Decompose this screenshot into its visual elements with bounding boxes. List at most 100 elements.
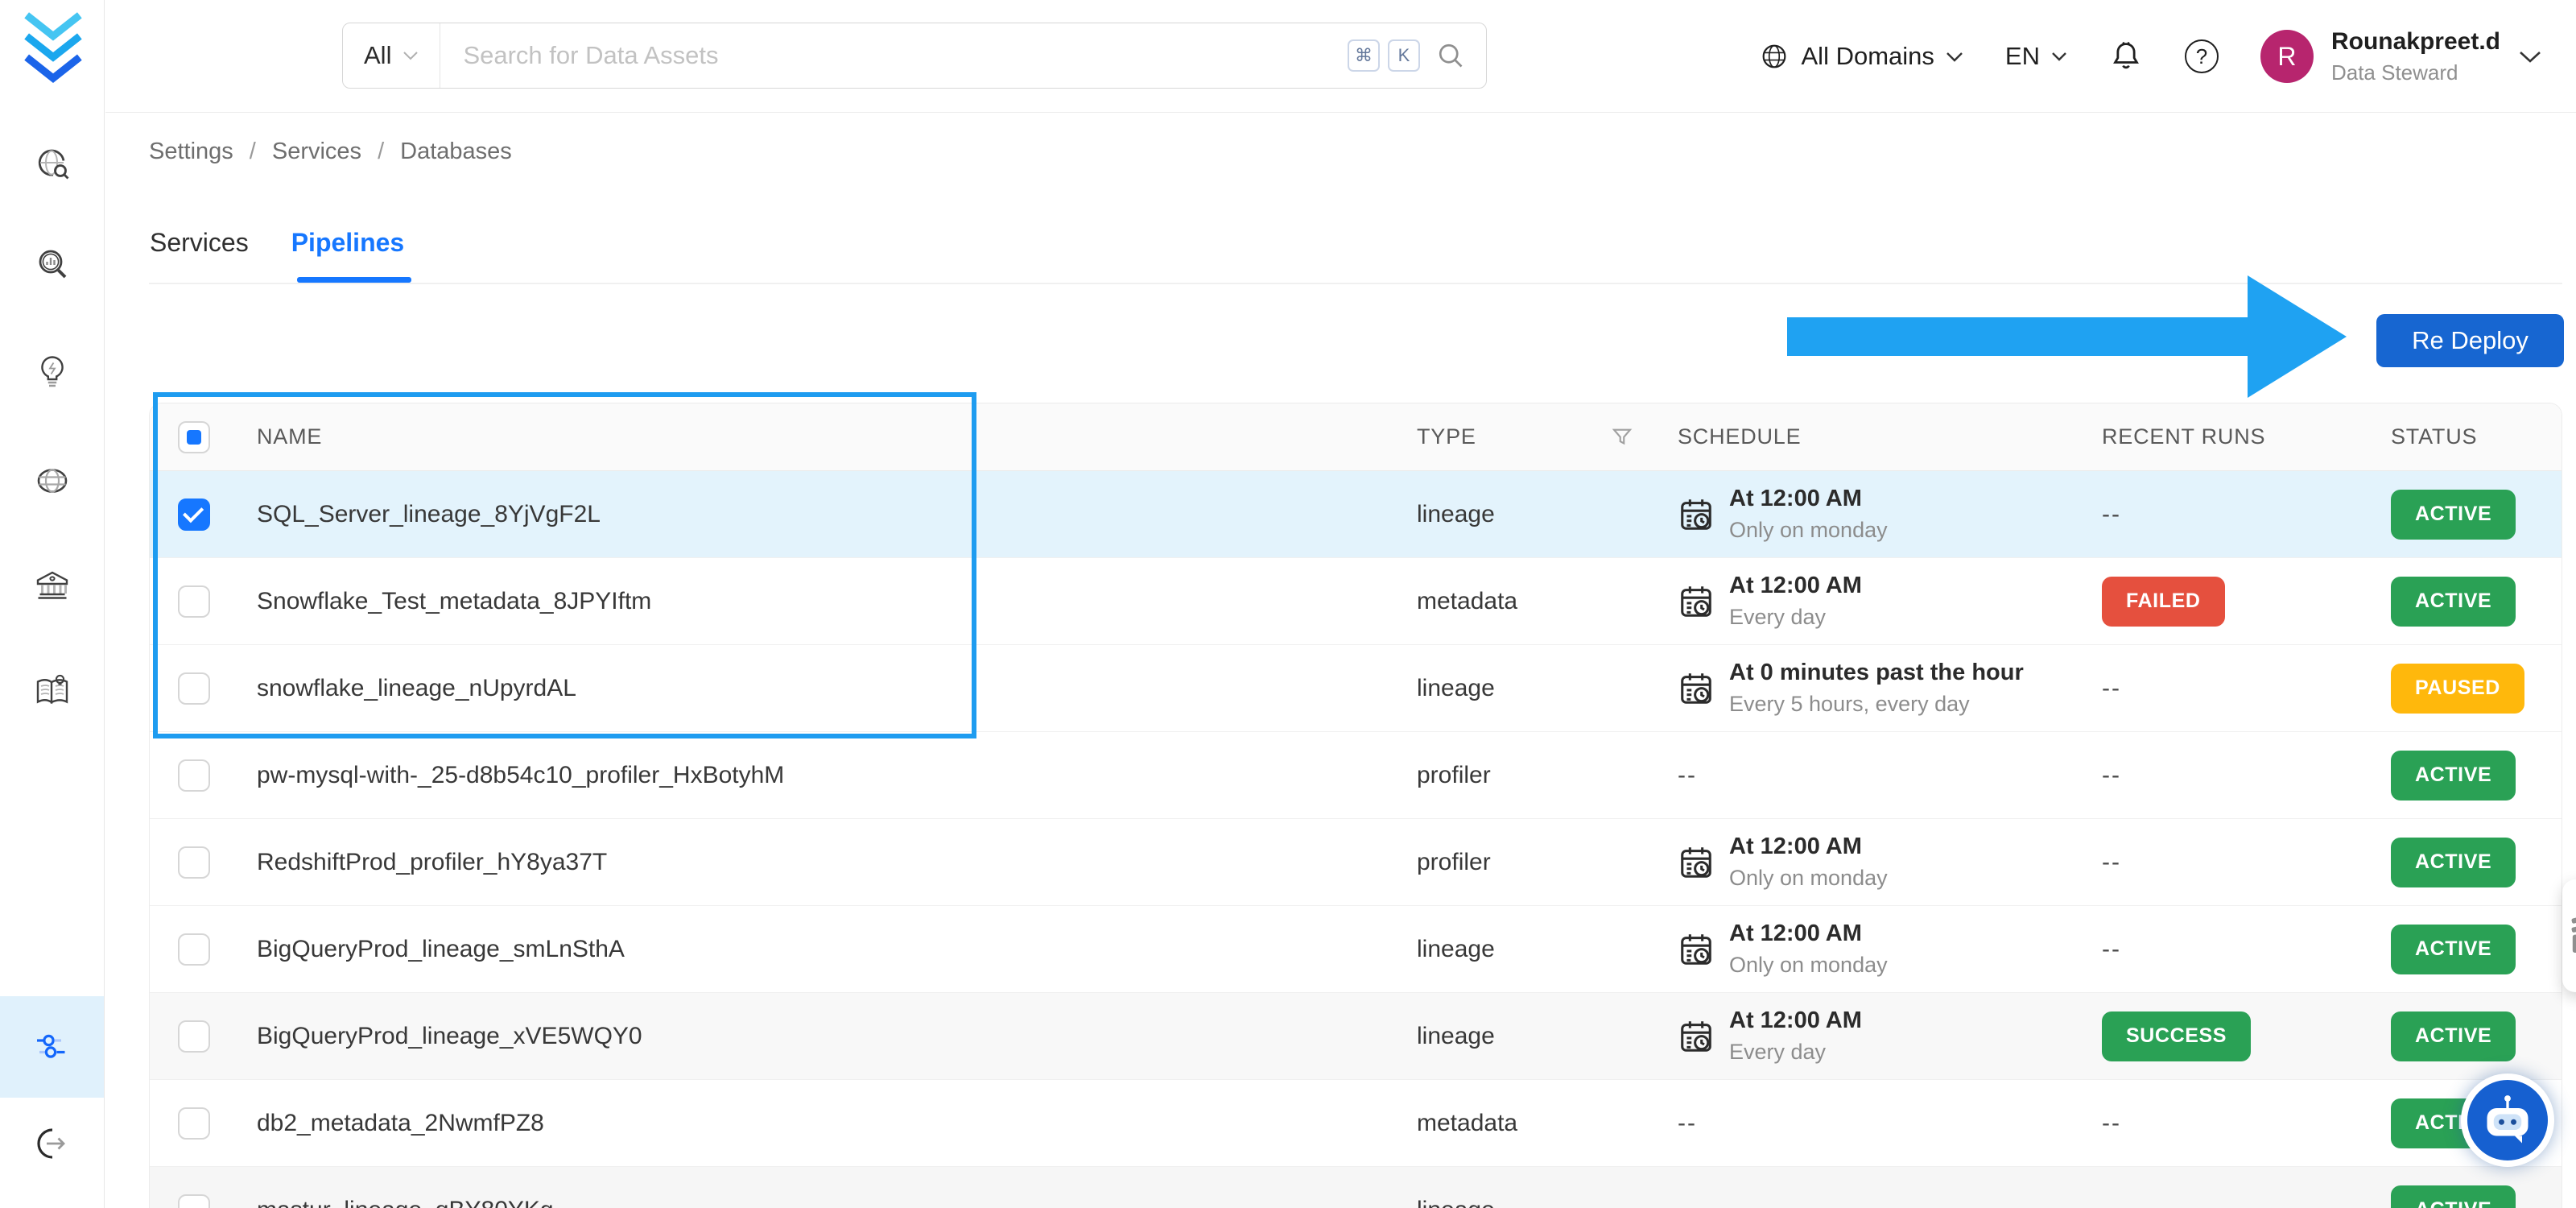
pipeline-schedule-cell: At 12:00 AM Every day: [1678, 1007, 2102, 1065]
recent-run-badge[interactable]: FAILED: [2102, 576, 2225, 627]
table-row[interactable]: db2_metadata_2NwmfPZ8 metadata -- -- ACT…: [150, 1080, 2562, 1167]
empty-recent-runs: --: [2102, 674, 2121, 701]
collapsed-side-widget[interactable]: [2562, 879, 2576, 992]
chevron-down-icon: [2052, 52, 2066, 61]
row-checkbox[interactable]: [178, 759, 210, 792]
select-all-cell: [150, 420, 238, 453]
tab-pipelines[interactable]: Pipelines: [291, 228, 405, 258]
sidebar-item-explore[interactable]: [0, 121, 104, 209]
schedule-frequency: Every day: [1729, 605, 1827, 629]
sidebar-item-observability[interactable]: [0, 221, 104, 310]
sidebar-item-domains[interactable]: [0, 436, 104, 525]
pipeline-type: lineage: [1417, 935, 1495, 962]
calendar-clock-icon: [1681, 933, 1711, 965]
schedule-time: At 0 minutes past the hour: [1729, 660, 2024, 685]
row-checkbox[interactable]: [178, 498, 210, 531]
status-cell: ACTIVE: [2391, 837, 2562, 887]
column-header-schedule: SCHEDULE: [1678, 424, 1802, 449]
row-checkbox[interactable]: [178, 672, 210, 705]
recent-runs-cell: FAILED: [2102, 576, 2391, 627]
table-row[interactable]: snowflake_lineage_nUpyrdAL lineage At 0 …: [150, 645, 2562, 732]
global-search-bar[interactable]: All Search for Data Assets ⌘ K: [342, 23, 1487, 89]
pipeline-name[interactable]: snowflake_lineage_nUpyrdAL: [238, 675, 1417, 702]
status-cell: PAUSED: [2391, 663, 2562, 714]
notifications-button[interactable]: [2109, 39, 2143, 73]
filter-funnel-icon[interactable]: [1610, 425, 1634, 449]
calendar-clock-icon: [1681, 672, 1711, 704]
pipeline-name[interactable]: BigQueryProd_lineage_smLnSthA: [238, 936, 1417, 963]
breadcrumb-item-settings[interactable]: Settings: [149, 139, 233, 165]
language-dropdown[interactable]: EN: [2005, 42, 2067, 71]
table-row[interactable]: SQL_Server_lineage_8YjVgF2L lineage At 1…: [150, 471, 2562, 558]
schedule-frequency: Every 5 hours, every day: [1729, 692, 1970, 716]
sidebar-item-insights[interactable]: [0, 328, 104, 416]
pipeline-name[interactable]: SQL_Server_lineage_8YjVgF2L: [238, 501, 1417, 528]
column-header-type-label: TYPE: [1417, 424, 1476, 449]
status-cell: ACTIVE: [2391, 489, 2562, 540]
tabs-divider: [149, 283, 2562, 284]
pipeline-name[interactable]: RedshiftProd_profiler_hY8ya37T: [238, 849, 1417, 876]
row-checkbox[interactable]: [178, 1020, 210, 1053]
table-row[interactable]: pw-mysql-with-_25-d8b54c10_profiler_HxBo…: [150, 732, 2562, 819]
recent-runs-cell: --: [2102, 501, 2391, 528]
help-glyph: ?: [2195, 43, 2208, 68]
pipeline-name[interactable]: pw-mysql-with-_25-d8b54c10_profiler_HxBo…: [238, 762, 1417, 789]
table-row[interactable]: BigQueryProd_lineage_smLnSthA lineage At…: [150, 906, 2562, 993]
pipeline-schedule-cell: At 12:00 AM Every day: [1678, 573, 2102, 630]
table-body: SQL_Server_lineage_8YjVgF2L lineage At 1…: [150, 471, 2562, 1208]
domains-dropdown[interactable]: All Domains: [1758, 40, 1963, 72]
domains-label: All Domains: [1801, 42, 1934, 70]
user-profile-menu[interactable]: R Rounakpreet.d Data Steward: [2260, 28, 2542, 85]
book-icon: [36, 674, 68, 705]
search-input[interactable]: Search for Data Assets: [440, 41, 1348, 70]
table-row[interactable]: Snowflake_Test_metadata_8JPYIftm metadat…: [150, 558, 2562, 645]
row-checkbox-cell: [150, 672, 238, 705]
empty-recent-runs: --: [2102, 1109, 2121, 1136]
table-row[interactable]: BigQueryProd_lineage_xVE5WQY0 lineage At…: [150, 993, 2562, 1080]
pipeline-name[interactable]: mastur_lineage_qBY80YKg: [238, 1197, 1417, 1208]
row-checkbox[interactable]: [178, 846, 210, 879]
row-checkbox[interactable]: [178, 1107, 210, 1140]
sidebar-item-govern[interactable]: [0, 542, 104, 631]
settings-sliders-icon: [36, 1034, 64, 1058]
table-row[interactable]: mastur_lineage_qBY80YKg lineage -- -- AC…: [150, 1167, 2562, 1208]
help-button[interactable]: ?: [2184, 39, 2219, 73]
breadcrumb-item-databases[interactable]: Databases: [400, 139, 512, 165]
recent-run-badge[interactable]: SUCCESS: [2102, 1011, 2252, 1061]
annotation-arrow: [1787, 275, 2347, 398]
select-all-checkbox[interactable]: [178, 420, 210, 453]
openmetadata-logo[interactable]: [21, 11, 85, 83]
top-navbar: All Search for Data Assets ⌘ K All Domai…: [105, 0, 2576, 113]
breadcrumb: Settings / Services / Databases: [149, 139, 512, 165]
empty-recent-runs: --: [2102, 935, 2121, 962]
schedule-time: At 12:00 AM: [1729, 920, 1862, 946]
table-row[interactable]: RedshiftProd_profiler_hY8ya37T profiler …: [150, 819, 2562, 906]
sidebar-item-settings[interactable]: [0, 996, 104, 1098]
pipeline-type: lineage: [1417, 1022, 1495, 1049]
globe-search-icon: [38, 149, 68, 180]
empty-schedule: --: [1678, 761, 1697, 788]
row-checkbox[interactable]: [178, 1194, 210, 1208]
search-scope-dropdown[interactable]: All: [343, 23, 441, 88]
pipeline-name[interactable]: db2_metadata_2NwmfPZ8: [238, 1110, 1417, 1137]
pipeline-name[interactable]: BigQueryProd_lineage_xVE5WQY0: [238, 1023, 1417, 1050]
help-icon: ?: [2184, 39, 2219, 73]
row-checkbox[interactable]: [178, 933, 210, 966]
user-role: Data Steward: [2330, 60, 2458, 85]
search-icon[interactable]: [1436, 41, 1465, 70]
chatbot-button[interactable]: [2461, 1074, 2554, 1167]
schedule-time: At 12:00 AM: [1729, 573, 1862, 598]
row-checkbox[interactable]: [178, 585, 210, 618]
pipeline-type: profiler: [1417, 848, 1491, 875]
sidebar-item-logout[interactable]: [0, 1099, 104, 1188]
redeploy-button[interactable]: Re Deploy: [2376, 314, 2564, 367]
pipeline-schedule-cell: --: [1678, 1197, 2102, 1208]
breadcrumb-item-services[interactable]: Services: [272, 139, 361, 165]
pipeline-schedule-cell: At 12:00 AM Only on monday: [1678, 834, 2102, 891]
row-checkbox-cell: [150, 585, 238, 618]
tab-services[interactable]: Services: [150, 228, 249, 258]
chevron-down-icon: [403, 52, 419, 60]
avatar: R: [2260, 30, 2314, 83]
sidebar-item-learning[interactable]: [0, 647, 104, 735]
pipeline-name[interactable]: Snowflake_Test_metadata_8JPYIftm: [238, 588, 1417, 615]
